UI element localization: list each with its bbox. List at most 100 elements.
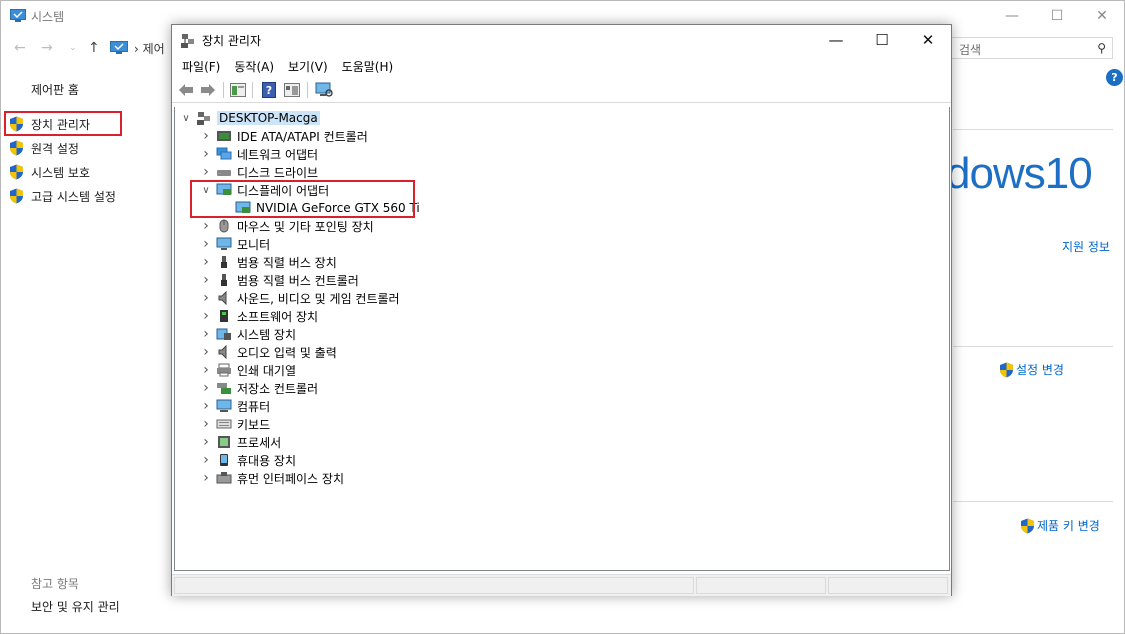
tree-category[interactable]: › 마우스 및 기타 포인팅 장치 (199, 217, 374, 235)
maximize-button[interactable]: ☐ (1034, 1, 1080, 31)
security-maintenance-link[interactable]: 보안 및 유지 관리 (31, 598, 120, 615)
show-hidden-icon[interactable] (283, 81, 301, 99)
chevron-right-icon[interactable]: › (199, 164, 213, 180)
help-book-icon[interactable]: ? (260, 81, 278, 99)
close-button[interactable]: ✕ (1079, 1, 1125, 31)
scan-hardware-icon[interactable] (315, 81, 333, 99)
device-tree[interactable]: ∨ DESKTOP-Macga › IDE ATA/ATAPI 컨트롤러 › 네트워크… (174, 107, 950, 571)
chevron-right-icon[interactable]: › (199, 128, 213, 144)
recent-dropdown-icon[interactable]: ⌄ (69, 43, 77, 53)
chevron-right-icon[interactable]: › (199, 290, 213, 306)
device-manager-window: 장치 관리자 — ☐ ✕ 파일(F) 동작(A) 보기(V) 도움말(H) ? (171, 24, 952, 596)
mouse-icon (219, 219, 229, 233)
address-bar[interactable]: › 제어 (134, 40, 165, 57)
chevron-right-icon[interactable]: › (199, 398, 213, 414)
tree-category-label: 오디오 입력 및 출력 (237, 345, 337, 360)
address-computer-icon (110, 41, 128, 54)
tree-category-label: 범용 직렬 버스 컨트롤러 (237, 273, 359, 288)
tree-category-label: 사운드, 비디오 및 게임 컨트롤러 (237, 291, 400, 306)
tree-category-label: 범용 직렬 버스 장치 (237, 255, 337, 270)
chevron-right-icon[interactable]: › (199, 146, 213, 162)
tree-category[interactable]: › 휴먼 인터페이스 장치 (199, 469, 344, 487)
tree-category[interactable]: › 디스크 드라이브 (199, 163, 318, 181)
tree-category[interactable]: › 프로세서 (199, 433, 281, 451)
software-device-icon (220, 310, 228, 322)
system-icon (10, 9, 26, 22)
tree-category-label: 키보드 (237, 417, 271, 432)
forward-icon[interactable] (199, 81, 217, 99)
chevron-right-icon[interactable]: › (199, 470, 213, 486)
chevron-right-icon[interactable]: › (199, 236, 213, 252)
help-icon[interactable]: ? (1106, 69, 1123, 86)
tree-category-label: 시스템 장치 (237, 327, 297, 342)
menu-action[interactable]: 동작(A) (227, 58, 281, 75)
address-separator: › (134, 42, 143, 56)
tree-category[interactable]: › 휴대용 장치 (199, 451, 296, 469)
support-info-link[interactable]: 지원 정보 (1062, 238, 1110, 255)
properties-icon[interactable] (229, 81, 247, 99)
chevron-right-icon[interactable]: › (199, 254, 213, 270)
tree-category[interactable]: › 저장소 컨트롤러 (199, 379, 318, 397)
shield-icon (10, 140, 23, 156)
forward-arrow-icon[interactable]: → (41, 40, 53, 56)
left-link-system-protection[interactable]: 시스템 보호 (9, 162, 90, 182)
status-cell (828, 577, 948, 594)
chevron-right-icon[interactable]: › (199, 416, 213, 432)
tree-category[interactable]: › 범용 직렬 버스 컨트롤러 (199, 271, 359, 289)
control-panel-home-link[interactable]: 제어판 홈 (31, 81, 79, 98)
tree-category[interactable]: › 인쇄 대기열 (199, 361, 296, 379)
usb-icon (221, 274, 227, 286)
chevron-right-icon[interactable]: › (199, 452, 213, 468)
dm-maximize-button[interactable]: ☐ (859, 25, 905, 55)
menu-file[interactable]: 파일(F) (175, 58, 227, 75)
chevron-right-icon[interactable]: › (199, 308, 213, 324)
chevron-right-icon[interactable]: › (199, 218, 213, 234)
highlight-box-display-adapter (190, 180, 415, 218)
tree-category[interactable]: › 모니터 (199, 235, 270, 253)
tree-root[interactable]: ∨ DESKTOP-Macga (179, 109, 320, 127)
left-link-remote-settings[interactable]: 원격 설정 (9, 138, 79, 158)
tree-category[interactable]: › 범용 직렬 버스 장치 (199, 253, 337, 271)
status-cell (696, 577, 826, 594)
chevron-right-icon[interactable]: › (199, 272, 213, 288)
search-placeholder: 검색 (959, 43, 982, 57)
tree-category[interactable]: › 키보드 (199, 415, 270, 433)
dm-close-button[interactable]: ✕ (905, 25, 951, 55)
up-arrow-icon[interactable]: ↑ (88, 40, 100, 56)
back-icon[interactable] (177, 81, 195, 99)
system-title: 시스템 (31, 10, 65, 24)
root-label: DESKTOP-Macga (217, 111, 320, 125)
tree-category[interactable]: › 컴퓨터 (199, 397, 270, 415)
device-manager-titlebar: 장치 관리자 — ☐ ✕ (172, 25, 951, 55)
tree-category[interactable]: › 소프트웨어 장치 (199, 307, 318, 325)
menu-help[interactable]: 도움말(H) (335, 58, 401, 75)
search-icon[interactable]: ⚲ (1097, 41, 1106, 55)
tree-category-label: 네트워크 어댑터 (237, 147, 319, 162)
tree-category-label: 모니터 (237, 237, 271, 252)
left-link-advanced-settings[interactable]: 고급 시스템 설정 (9, 186, 116, 206)
chevron-right-icon[interactable]: › (199, 380, 213, 396)
minimize-button[interactable]: — (989, 1, 1035, 31)
divider (953, 346, 1113, 347)
tree-category[interactable]: › 오디오 입력 및 출력 (199, 343, 337, 361)
back-arrow-icon[interactable]: ← (14, 40, 26, 56)
status-cell (174, 577, 694, 594)
left-link-label: 고급 시스템 설정 (31, 189, 116, 204)
chevron-down-icon[interactable]: ∨ (179, 111, 193, 125)
search-box[interactable]: 검색 ⚲ (951, 37, 1113, 59)
chevron-right-icon[interactable]: › (199, 434, 213, 450)
tree-category[interactable]: › IDE ATA/ATAPI 컨트롤러 (199, 127, 368, 145)
change-product-key-link[interactable]: 제품 키 변경 (1020, 517, 1100, 534)
tree-category[interactable]: › 사운드, 비디오 및 게임 컨트롤러 (199, 289, 400, 307)
tree-category[interactable]: › 시스템 장치 (199, 325, 296, 343)
tree-category[interactable]: › 네트워크 어댑터 (199, 145, 318, 163)
dm-minimize-button[interactable]: — (813, 25, 859, 55)
system-device-icon (216, 328, 231, 340)
chevron-right-icon[interactable]: › (199, 344, 213, 360)
change-settings-link[interactable]: 설정 변경 (999, 361, 1064, 378)
chevron-right-icon[interactable]: › (199, 326, 213, 342)
chevron-right-icon[interactable]: › (199, 362, 213, 378)
tree-category-label: 컴퓨터 (237, 399, 271, 414)
menu-view[interactable]: 보기(V) (281, 58, 335, 75)
device-manager-title: 장치 관리자 (202, 34, 262, 48)
